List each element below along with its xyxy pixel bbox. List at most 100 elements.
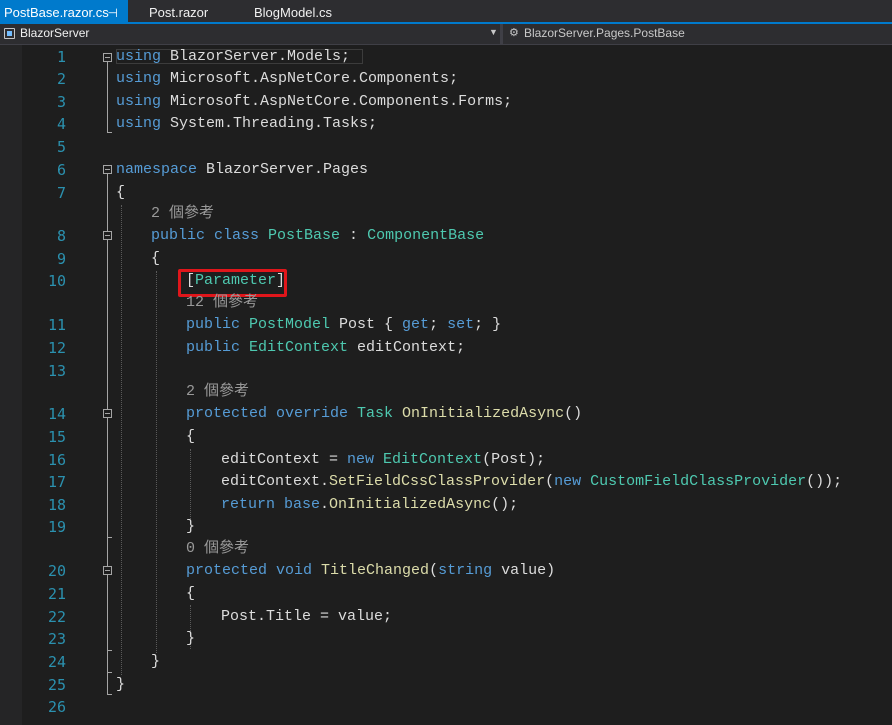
line-number: 24 (47, 653, 66, 671)
keyword: return (221, 496, 276, 513)
indent-guide (156, 271, 157, 653)
code-line-3: using Microsoft.AspNetCore.Components.Fo… (116, 91, 512, 113)
code-line-4: using System.Threading.Tasks; (116, 113, 377, 135)
code-text: value (338, 608, 384, 625)
codelens-references[interactable]: 2 個參考 (151, 203, 214, 225)
type-name: PostModel (240, 316, 331, 333)
code-editor[interactable]: 1 2 3 4 5 6 7 8 9 10 11 12 13 14 15 16 1… (0, 45, 892, 725)
keyword: void (267, 562, 313, 579)
code-text: (); (491, 496, 519, 513)
code-line-25: } (116, 676, 126, 693)
line-number: 21 (47, 585, 66, 603)
keyword: using (116, 48, 162, 65)
line-number: 15 (47, 428, 66, 446)
code-text: Post.Title = (221, 608, 339, 625)
tab-label: Post.razor (149, 5, 209, 20)
code-line-2: using Microsoft.AspNetCore.Components; (116, 68, 458, 90)
keyword: new (347, 451, 375, 468)
indent-guide (190, 449, 191, 519)
line-number: 14 (47, 405, 66, 423)
indicator-margin (0, 45, 22, 725)
collapse-icon[interactable] (103, 165, 112, 174)
code-text: ; (383, 608, 393, 625)
code-line-7: { (116, 184, 126, 201)
class-icon: ⚙ (509, 27, 519, 39)
outline-end (107, 650, 112, 651)
tab-post-razor[interactable]: Post.razor (145, 0, 245, 24)
keyword: new (554, 473, 582, 490)
code-line-16: editContext = new EditContext(Post); (221, 449, 545, 471)
code-text: System.Threading.Tasks; (161, 115, 378, 132)
keyword: namespace (116, 161, 198, 178)
code-text: ) (546, 562, 556, 579)
keyword: using (116, 115, 162, 132)
line-number: 1 (56, 48, 66, 66)
code-line-23: } (186, 630, 196, 647)
code-text: Microsoft.AspNetCore.Components.Forms; (161, 93, 513, 110)
code-text: BlazorServer.Models; (161, 48, 351, 65)
document-tab-bar: PostBase.razor.cs ⊣ Post.razor BlogModel… (0, 0, 892, 24)
code-line-11: public PostModel Post { get; set; } (186, 314, 501, 336)
code-text: : (340, 227, 368, 244)
collapse-icon[interactable] (103, 231, 112, 240)
keyword: string (438, 562, 493, 579)
outline-end (107, 132, 112, 133)
line-number: 5 (56, 138, 66, 156)
code-line-15: { (186, 428, 196, 445)
collapse-icon[interactable] (103, 566, 112, 575)
codelens-references[interactable]: 0 個參考 (186, 538, 249, 560)
keyword: public (186, 339, 241, 356)
code-text: ; (429, 316, 448, 333)
line-number: 7 (56, 184, 66, 202)
line-number: 2 (56, 70, 66, 88)
keyword: using (116, 93, 162, 110)
code-text: Microsoft.AspNetCore.Components; (161, 70, 459, 87)
outline-end (107, 537, 112, 538)
line-number: 25 (47, 676, 66, 694)
code-text: value (492, 562, 547, 579)
collapse-icon[interactable] (103, 409, 112, 418)
type-name: PostBase (259, 227, 341, 244)
collapse-icon[interactable] (103, 53, 112, 62)
line-number: 18 (47, 496, 66, 514)
type-name: CustomFieldClassProvider (581, 473, 807, 490)
project-dropdown[interactable]: BlazorServer ▼ (0, 24, 500, 44)
method-name: TitleChanged (312, 562, 430, 579)
keyword: protected (186, 562, 268, 579)
type-name: ComponentBase (367, 227, 485, 244)
codelens-references[interactable]: 12 個參考 (186, 292, 258, 314)
keyword: get (402, 316, 430, 333)
line-number: 22 (47, 608, 66, 626)
tab-blogmodel-cs[interactable]: BlogModel.cs (250, 0, 360, 24)
outline-line (107, 62, 108, 132)
line-number: 20 (47, 562, 66, 580)
line-number: 26 (47, 698, 66, 716)
line-number: 10 (47, 272, 66, 290)
keyword: class (205, 227, 260, 244)
line-number: 12 (47, 339, 66, 357)
line-number: 9 (56, 250, 66, 268)
line-number: 16 (47, 451, 66, 469)
type-name: EditContext (240, 339, 349, 356)
method-name: OnInitializedAsync (329, 496, 492, 513)
code-text: Post { (330, 316, 403, 333)
member-name: BlazorServer.Pages.PostBase (524, 26, 685, 40)
method-name: SetFieldCssClassProvider (329, 473, 546, 490)
code-line-22: Post.Title = value; (221, 606, 392, 628)
tab-label: BlogModel.cs (254, 5, 333, 20)
code-line-18: return base.OnInitializedAsync(); (221, 494, 518, 516)
codelens-references[interactable]: 2 個參考 (186, 381, 249, 403)
code-text: BlazorServer.Pages (197, 161, 369, 178)
project-icon (4, 28, 15, 39)
code-line-20: protected void TitleChanged(string value… (186, 560, 555, 582)
outline-end (107, 694, 112, 695)
type-name: Task (348, 405, 394, 422)
dropdown-arrow-icon: ▼ (489, 27, 498, 37)
code-line-6: namespace BlazorServer.Pages (116, 159, 368, 181)
tab-postbase-razor-cs[interactable]: PostBase.razor.cs ⊣ (0, 0, 128, 24)
navigation-bar: BlazorServer ▼ ⚙ BlazorServer.Pages.Post… (0, 24, 892, 45)
code-line-17: editContext.SetFieldCssClassProvider(new… (221, 471, 842, 493)
outline-end (107, 672, 112, 673)
line-number: 23 (47, 630, 66, 648)
member-dropdown[interactable]: ⚙ BlazorServer.Pages.PostBase (503, 24, 892, 44)
